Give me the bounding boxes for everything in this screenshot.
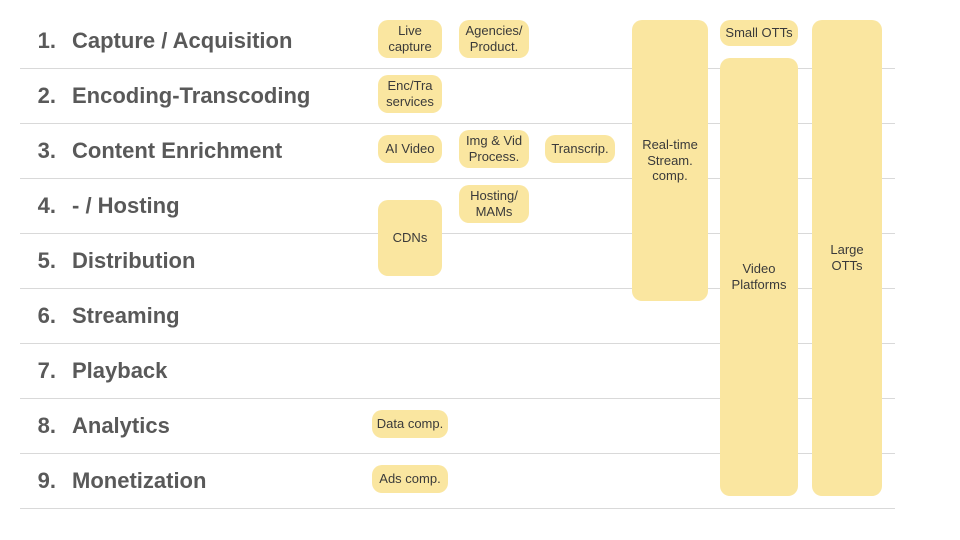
row-label: - / Hosting xyxy=(64,193,180,219)
block-img-vid: Img & Vid Process. xyxy=(459,130,529,168)
row-label: Capture / Acquisition xyxy=(64,28,292,54)
block-small-otts: Small OTTs xyxy=(720,20,798,46)
block-enc-tra: Enc/Tra services xyxy=(378,75,442,113)
block-large-otts: Large OTTs xyxy=(812,20,882,496)
row-label: Content Enrichment xyxy=(64,138,282,164)
block-transcrip: Transcrip. xyxy=(545,135,615,163)
block-ads-comp: Ads comp. xyxy=(372,465,448,493)
row-number: 3. xyxy=(20,138,64,164)
row-number: 1. xyxy=(20,28,64,54)
row-label: Encoding-Transcoding xyxy=(64,83,310,109)
row-number: 2. xyxy=(20,83,64,109)
row-number: 8. xyxy=(20,413,64,439)
row-label: Analytics xyxy=(64,413,170,439)
block-ai-video: AI Video xyxy=(378,135,442,163)
row-label: Monetization xyxy=(64,468,206,494)
row-number: 7. xyxy=(20,358,64,384)
row-label: Distribution xyxy=(64,248,195,274)
block-realtime-streaming: Real-time Stream. comp. xyxy=(632,20,708,301)
block-data-comp: Data comp. xyxy=(372,410,448,438)
block-cdns: CDNs xyxy=(378,200,442,276)
row-number: 5. xyxy=(20,248,64,274)
row-number: 6. xyxy=(20,303,64,329)
row-number: 4. xyxy=(20,193,64,219)
row-label: Streaming xyxy=(64,303,180,329)
row-label: Playback xyxy=(64,358,167,384)
block-video-platforms: Video Platforms xyxy=(720,58,798,496)
block-hosting-mams: Hosting/ MAMs xyxy=(459,185,529,223)
row-number: 9. xyxy=(20,468,64,494)
block-live-capture: Live capture xyxy=(378,20,442,58)
block-agencies: Agencies/ Product. xyxy=(459,20,529,58)
